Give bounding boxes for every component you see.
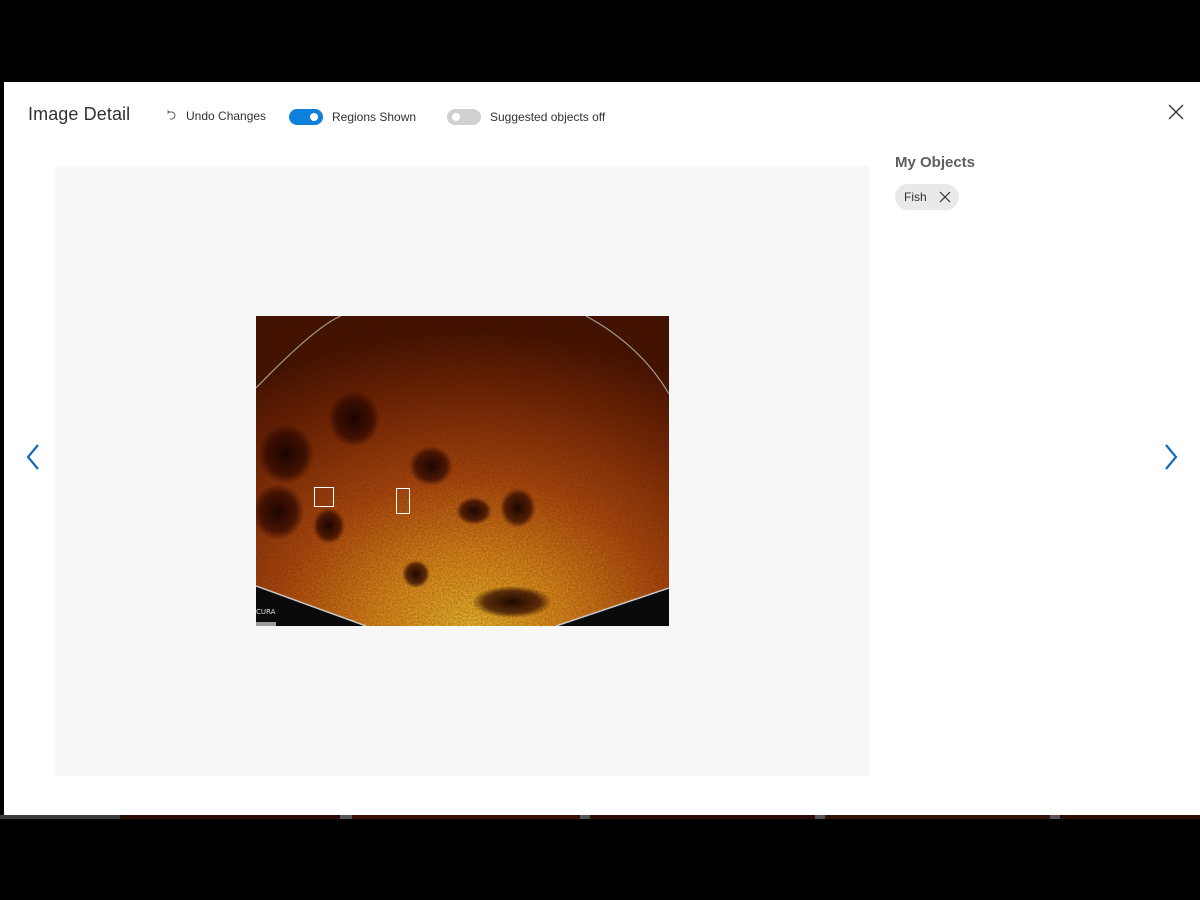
next-image-button[interactable] <box>1158 442 1182 472</box>
toggle-knob <box>310 113 318 121</box>
object-tag[interactable]: Fish <box>895 184 959 210</box>
undo-changes-label: Undo Changes <box>186 109 267 123</box>
chevron-right-icon <box>1165 444 1178 470</box>
background-thumbnail-strip <box>0 815 1200 819</box>
sonar-image: CURA <box>256 316 669 626</box>
chevron-left-icon <box>26 444 39 470</box>
toggle-knob <box>452 113 460 121</box>
close-button[interactable] <box>1166 102 1186 122</box>
remove-tag-icon[interactable] <box>939 191 951 203</box>
image-detail-dialog: Image Detail Undo Changes Regions Shown … <box>4 82 1200 815</box>
suggested-objects-toggle[interactable]: Suggested objects off <box>447 109 605 125</box>
image-watermark: CURA <box>256 608 276 616</box>
my-objects-title: My Objects <box>895 154 976 171</box>
undo-icon <box>164 109 178 123</box>
image-viewer: CURA <box>55 166 869 776</box>
regions-toggle-switch[interactable] <box>289 109 323 125</box>
suggested-objects-toggle-switch[interactable] <box>447 109 481 125</box>
object-tag-label: Fish <box>904 190 927 204</box>
close-icon <box>1168 104 1184 120</box>
sonar-image-graphic <box>256 316 669 626</box>
region-box-1[interactable] <box>314 487 334 507</box>
suggested-objects-label: Suggested objects off <box>490 110 606 124</box>
undo-changes-button[interactable]: Undo Changes <box>164 109 266 123</box>
dialog-title: Image Detail <box>28 104 131 124</box>
region-box-2[interactable] <box>396 488 410 514</box>
previous-image-button[interactable] <box>22 442 46 472</box>
regions-toggle-label: Regions Shown <box>332 110 417 124</box>
regions-toggle[interactable]: Regions Shown <box>289 109 416 125</box>
my-objects-panel: My Objects Fish <box>895 154 1175 210</box>
